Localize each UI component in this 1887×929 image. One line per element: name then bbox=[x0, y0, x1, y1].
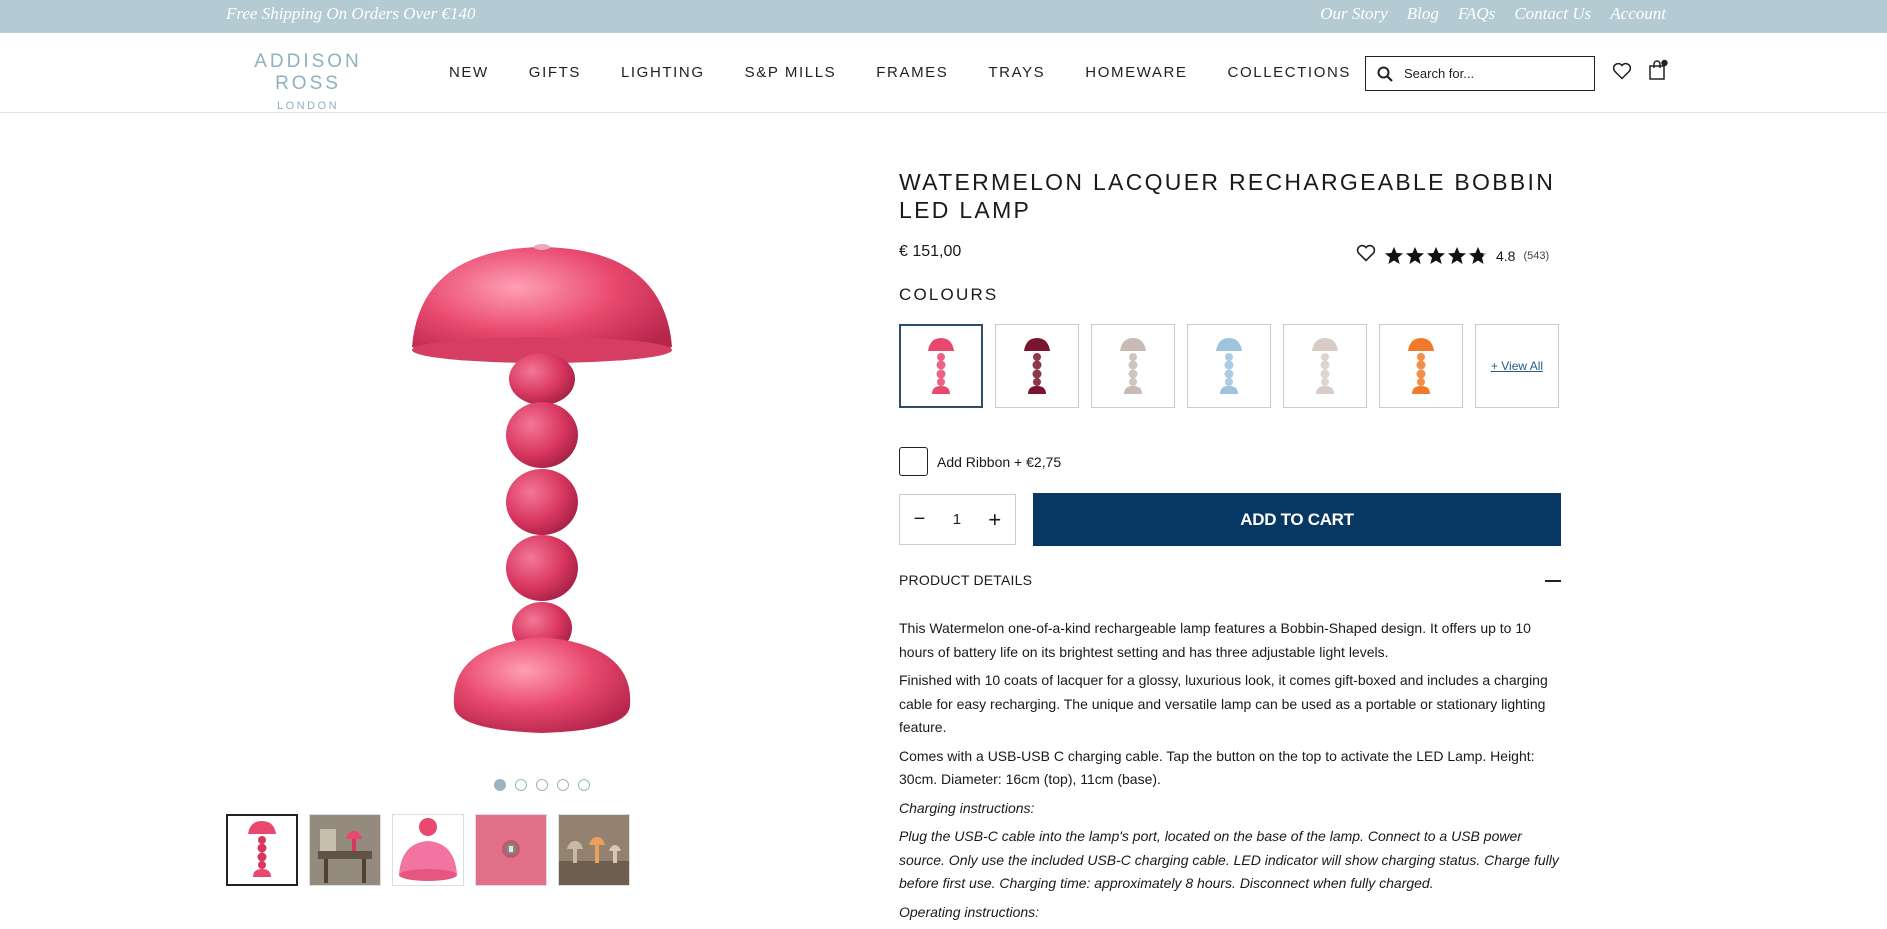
details-paragraph: Comes with a USB-USB C charging cable. T… bbox=[899, 747, 1535, 788]
quantity-stepper: − 1 + bbox=[899, 494, 1016, 545]
link-faqs[interactable]: FAQs bbox=[1458, 4, 1495, 24]
colour-swatch-stone[interactable] bbox=[1283, 324, 1367, 408]
thumbnail-5[interactable] bbox=[558, 814, 630, 886]
lamp-thumbnail-icon bbox=[928, 338, 954, 394]
logo-city: LONDON bbox=[276, 100, 340, 112]
colour-swatches: + View All bbox=[899, 324, 1559, 408]
link-blog[interactable]: Blog bbox=[1407, 4, 1439, 24]
search-icon[interactable] bbox=[1366, 66, 1404, 82]
nav-item-sp-mills[interactable]: S&P MILLS bbox=[745, 64, 837, 81]
product-price: € 151,00 bbox=[899, 243, 962, 260]
review-count[interactable]: (543) bbox=[1523, 250, 1549, 262]
details-paragraph: Finished with 10 coats of lacquer for a … bbox=[899, 672, 1548, 735]
lamp-thumbnail-icon bbox=[1120, 338, 1146, 394]
product-details-heading: PRODUCT DETAILS bbox=[899, 572, 1033, 588]
thumbnail-strip bbox=[226, 814, 630, 886]
site-header: ADDISON ROSS LONDON NEW GIFTS LIGHTING S… bbox=[0, 33, 1887, 113]
carousel-dot[interactable] bbox=[557, 779, 569, 791]
view-all-colours-link[interactable]: + View All bbox=[1475, 324, 1559, 408]
thumbnail-4[interactable] bbox=[475, 814, 547, 886]
link-contact-us[interactable]: Contact Us bbox=[1514, 4, 1591, 24]
product-details-content: This Watermelon one-of-a-kind rechargeab… bbox=[899, 617, 1561, 929]
shipping-message: Free Shipping On Orders Over €140 bbox=[226, 4, 476, 23]
announcement-bar: Free Shipping On Orders Over €140 Our St… bbox=[0, 0, 1887, 33]
star-icon bbox=[1448, 246, 1466, 264]
nav-item-new[interactable]: NEW bbox=[449, 64, 489, 81]
utility-links: Our Story Blog FAQs Contact Us Account bbox=[1320, 4, 1666, 24]
colour-swatch-orange[interactable] bbox=[1379, 324, 1463, 408]
quantity-decrease-button[interactable]: − bbox=[914, 508, 926, 531]
product-details-toggle[interactable]: PRODUCT DETAILS bbox=[899, 572, 1561, 588]
lamp-thumbnail-icon bbox=[1312, 338, 1338, 394]
rating-value: 4.8 bbox=[1496, 247, 1516, 264]
thumbnail-2[interactable] bbox=[309, 814, 381, 886]
wishlist-heart-icon[interactable] bbox=[1612, 62, 1632, 85]
colour-swatch-watermelon[interactable] bbox=[899, 324, 983, 408]
lamp-thumbnail-icon bbox=[1216, 338, 1242, 394]
collapse-minus-icon[interactable] bbox=[1545, 580, 1561, 582]
operating-heading: Operating instructions: bbox=[899, 903, 1040, 920]
main-product-image[interactable] bbox=[330, 225, 750, 745]
carousel-dot[interactable] bbox=[578, 779, 590, 791]
charging-instructions: Plug the USB-C cable into the lamp's por… bbox=[899, 828, 1559, 891]
carousel-dots bbox=[494, 779, 590, 791]
main-nav: NEW GIFTS LIGHTING S&P MILLS FRAMES TRAY… bbox=[449, 64, 1351, 81]
quantity-increase-button[interactable]: + bbox=[988, 507, 1001, 533]
add-to-cart-button[interactable]: ADD TO CART bbox=[1033, 493, 1561, 546]
star-rating-icon bbox=[1384, 246, 1488, 266]
star-icon bbox=[1406, 246, 1424, 264]
charging-heading: Charging instructions: bbox=[899, 799, 1035, 816]
add-ribbon-option[interactable]: Add Ribbon + €2,75 bbox=[899, 447, 1061, 476]
lamp-thumbnail-icon bbox=[1024, 338, 1050, 394]
star-icon bbox=[1469, 246, 1487, 264]
thumbnail-1[interactable] bbox=[226, 814, 298, 886]
logo-name: ADDISON ROSS bbox=[254, 51, 362, 94]
link-account[interactable]: Account bbox=[1610, 4, 1666, 24]
logo[interactable]: ADDISON ROSS LONDON bbox=[228, 51, 388, 112]
colour-swatch-taupe[interactable] bbox=[1091, 324, 1175, 408]
nav-item-gifts[interactable]: GIFTS bbox=[529, 64, 581, 81]
star-icon bbox=[1427, 246, 1445, 264]
colour-swatch-burgundy[interactable] bbox=[995, 324, 1079, 408]
rating-summary[interactable]: 4.8 (543) bbox=[1356, 244, 1549, 267]
wishlist-heart-icon[interactable] bbox=[1356, 244, 1376, 267]
nav-item-lighting[interactable]: LIGHTING bbox=[621, 64, 705, 81]
ribbon-checkbox[interactable] bbox=[899, 447, 928, 476]
nav-item-trays[interactable]: TRAYS bbox=[988, 64, 1045, 81]
product-title: WATERMELON LACQUER RECHARGEABLE BOBBIN L… bbox=[899, 169, 1556, 223]
shopping-bag-icon[interactable] bbox=[1647, 59, 1669, 86]
colours-heading: COLOURS bbox=[899, 285, 999, 304]
colour-swatch-blue[interactable] bbox=[1187, 324, 1271, 408]
nav-item-collections[interactable]: COLLECTIONS bbox=[1228, 64, 1351, 81]
carousel-dot[interactable] bbox=[515, 779, 527, 791]
details-paragraph: This Watermelon one-of-a-kind rechargeab… bbox=[899, 620, 1531, 660]
quantity-value[interactable]: 1 bbox=[953, 511, 961, 528]
thumbnail-3[interactable] bbox=[392, 814, 464, 886]
nav-item-frames[interactable]: FRAMES bbox=[876, 64, 948, 81]
carousel-dot[interactable] bbox=[536, 779, 548, 791]
star-icon bbox=[1385, 246, 1403, 264]
carousel-dot[interactable] bbox=[494, 779, 506, 791]
search-input[interactable] bbox=[1404, 66, 1584, 81]
link-our-story[interactable]: Our Story bbox=[1320, 4, 1388, 24]
nav-item-homeware[interactable]: HOMEWARE bbox=[1085, 64, 1187, 81]
lamp-thumbnail-icon bbox=[1408, 338, 1434, 394]
search-box[interactable] bbox=[1365, 56, 1595, 91]
ribbon-label: Add Ribbon + €2,75 bbox=[937, 453, 1062, 470]
